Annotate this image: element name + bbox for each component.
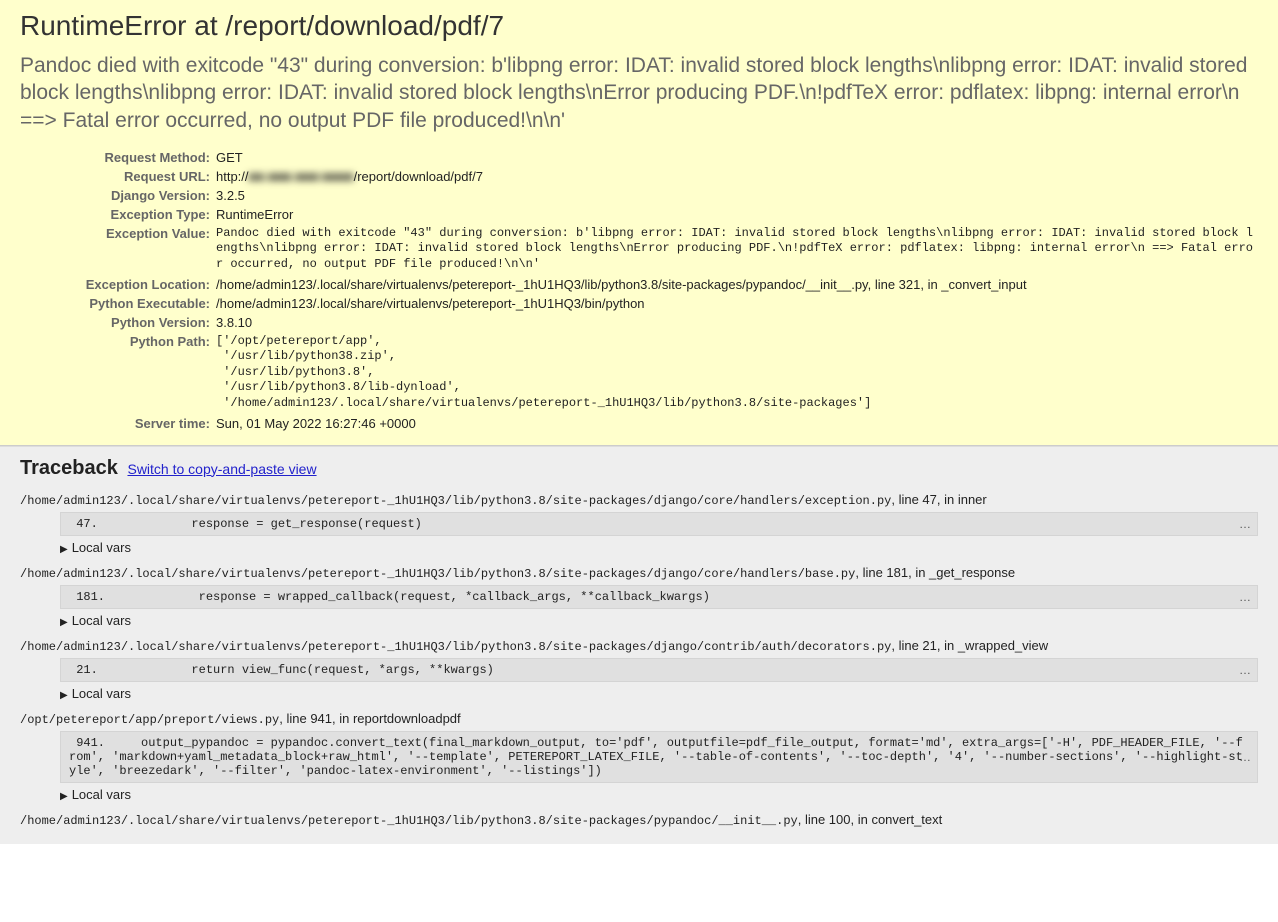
code-context[interactable]: 181. response = wrapped_callback(request… [60, 585, 1258, 609]
meta-value-exception-value: Pandoc died with exitcode "43" during co… [216, 226, 1258, 273]
meta-label-request-url: Request URL: [20, 167, 216, 186]
exception-message: Pandoc died with exitcode "43" during co… [20, 52, 1258, 134]
frame-path: /home/admin123/.local/share/virtualenvs/… [20, 814, 798, 828]
meta-value-request-url: http://■■.■■■.■■■:■■■■/report/download/p… [216, 167, 1258, 186]
triangle-right-icon: ▶ [60, 544, 68, 555]
frame-line-info: , line 941, in reportdownloadpdf [279, 711, 460, 726]
frame-path: /home/admin123/.local/share/virtualenvs/… [20, 494, 891, 508]
ellipsis-icon: … [1239, 663, 1251, 677]
meta-value-python-version: 3.8.10 [216, 313, 1258, 332]
frame-line-info: , line 100, in convert_text [798, 812, 943, 827]
meta-label-exception-value: Exception Value: [20, 224, 216, 275]
request-meta-table: Request Method: GET Request URL: http://… [20, 148, 1258, 433]
traceback-heading: Traceback [20, 457, 118, 479]
switch-view-link[interactable]: Switch to copy-and-paste view [127, 461, 316, 477]
code-context[interactable]: 941. output_pypandoc = pypandoc.convert_… [60, 731, 1258, 783]
frame-line-info: , line 181, in _get_response [855, 565, 1015, 580]
meta-label-exception-location: Exception Location: [20, 275, 216, 294]
traceback-frame: /home/admin123/.local/share/virtualenvs/… [20, 638, 1258, 701]
traceback-frame: /home/admin123/.local/share/virtualenvs/… [20, 565, 1258, 628]
frame-location: /home/admin123/.local/share/virtualenvs/… [20, 812, 1258, 828]
local-vars-label: Local vars [72, 787, 131, 802]
triangle-right-icon: ▶ [60, 617, 68, 628]
meta-label-python-path: Python Path: [20, 332, 216, 414]
frame-location: /home/admin123/.local/share/virtualenvs/… [20, 565, 1258, 581]
local-vars-label: Local vars [72, 686, 131, 701]
local-vars-toggle[interactable]: ▶ Local vars [60, 613, 1258, 628]
frame-location: /opt/petereport/app/preport/views.py, li… [20, 711, 1258, 727]
error-type-label: RuntimeError at [20, 10, 225, 41]
frame-line-info: , line 21, in _wrapped_view [891, 638, 1048, 653]
meta-value-python-path: ['/opt/petereport/app', '/usr/lib/python… [216, 334, 1258, 412]
meta-value-request-method: GET [216, 148, 1258, 167]
horizontal-scrollbar[interactable] [0, 906, 1266, 922]
redacted-host: ■■.■■■.■■■:■■■■ [249, 169, 354, 184]
traceback-frame: /home/admin123/.local/share/virtualenvs/… [20, 812, 1258, 828]
ellipsis-icon: … [1239, 590, 1251, 604]
frame-path: /home/admin123/.local/share/virtualenvs/… [20, 567, 855, 581]
ellipsis-icon: … [1239, 517, 1251, 531]
error-summary-header: RuntimeError at /report/download/pdf/7 P… [0, 0, 1278, 446]
triangle-right-icon: ▶ [60, 791, 68, 802]
meta-label-request-method: Request Method: [20, 148, 216, 167]
meta-label-server-time: Server time: [20, 414, 216, 433]
triangle-right-icon: ▶ [60, 690, 68, 701]
traceback-frame: /opt/petereport/app/preport/views.py, li… [20, 711, 1258, 802]
local-vars-label: Local vars [72, 540, 131, 555]
frame-path: /opt/petereport/app/preport/views.py [20, 713, 279, 727]
meta-label-python-executable: Python Executable: [20, 294, 216, 313]
frame-location: /home/admin123/.local/share/virtualenvs/… [20, 638, 1258, 654]
meta-label-django-version: Django Version: [20, 186, 216, 205]
meta-value-server-time: Sun, 01 May 2022 16:27:46 +0000 [216, 414, 1258, 433]
meta-label-exception-type: Exception Type: [20, 205, 216, 224]
error-path: /report/download/pdf/7 [225, 10, 504, 41]
page-title: RuntimeError at /report/download/pdf/7 [20, 10, 1258, 42]
ellipsis-icon: … [1239, 750, 1251, 764]
local-vars-label: Local vars [72, 613, 131, 628]
meta-value-exception-type: RuntimeError [216, 205, 1258, 224]
local-vars-toggle[interactable]: ▶ Local vars [60, 686, 1258, 701]
traceback-section: Traceback Switch to copy-and-paste view … [0, 446, 1278, 844]
frame-location: /home/admin123/.local/share/virtualenvs/… [20, 492, 1258, 508]
meta-value-python-executable: /home/admin123/.local/share/virtualenvs/… [216, 294, 1258, 313]
traceback-frame: /home/admin123/.local/share/virtualenvs/… [20, 492, 1258, 555]
meta-value-django-version: 3.2.5 [216, 186, 1258, 205]
local-vars-toggle[interactable]: ▶ Local vars [60, 540, 1258, 555]
meta-value-exception-location: /home/admin123/.local/share/virtualenvs/… [216, 275, 1258, 294]
meta-label-python-version: Python Version: [20, 313, 216, 332]
code-context[interactable]: 21. return view_func(request, *args, **k… [60, 658, 1258, 682]
frame-path: /home/admin123/.local/share/virtualenvs/… [20, 640, 891, 654]
frame-line-info: , line 47, in inner [891, 492, 986, 507]
local-vars-toggle[interactable]: ▶ Local vars [60, 787, 1258, 802]
code-context[interactable]: 47. response = get_response(request)… [60, 512, 1258, 536]
